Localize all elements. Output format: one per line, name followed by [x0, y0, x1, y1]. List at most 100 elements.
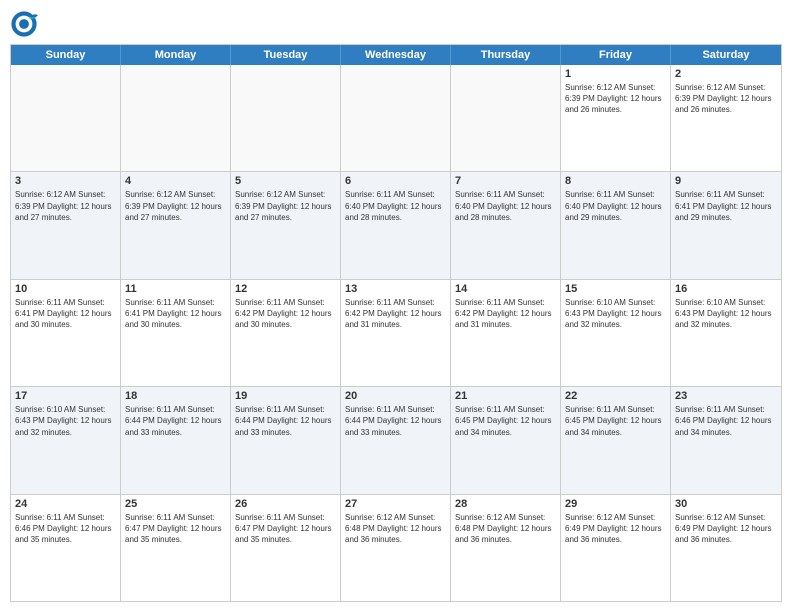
cell-date: 29 — [565, 498, 666, 510]
cell-info: Sunrise: 6:11 AM Sunset: 6:45 PM Dayligh… — [455, 404, 556, 438]
calendar-cell: 5Sunrise: 6:12 AM Sunset: 6:39 PM Daylig… — [231, 172, 341, 278]
cell-info: Sunrise: 6:12 AM Sunset: 6:48 PM Dayligh… — [455, 512, 556, 546]
cell-info: Sunrise: 6:11 AM Sunset: 6:40 PM Dayligh… — [455, 189, 556, 223]
cell-info: Sunrise: 6:10 AM Sunset: 6:43 PM Dayligh… — [565, 297, 666, 331]
cell-info: Sunrise: 6:11 AM Sunset: 6:44 PM Dayligh… — [125, 404, 226, 438]
cell-date: 20 — [345, 390, 446, 402]
calendar-cell: 13 Sunrise: 6:11 AM Sunset: 6:42 PM Dayli… — [341, 280, 451, 386]
calendar-cell: 14 Sunrise: 6:11 AM Sunset: 6:42 PM Dayli… — [451, 280, 561, 386]
day-header-sunday: Sunday — [11, 45, 121, 65]
calendar-cell: 27 Sunrise: 6:12 AM Sunset: 6:48 PM Dayli… — [341, 495, 451, 601]
cell-info: Sunrise: 6:12 AM Sunset: 6:39 PM Dayligh… — [235, 189, 336, 223]
cell-date: 30 — [675, 498, 777, 510]
cell-date: 10 — [15, 283, 116, 295]
calendar-cell: 10Sunrise: 6:11 AM Sunset: 6:41 PM Dayli… — [11, 280, 121, 386]
calendar-row-1: 1 Sunrise: 6:12 AM Sunset: 6:39 PM Daylig… — [11, 65, 781, 172]
cell-info: Sunrise: 6:11 AM Sunset: 6:41 PM Dayligh… — [125, 297, 226, 331]
calendar-cell: 2 Sunrise: 6:12 AM Sunset: 6:39 PM Daylig… — [671, 65, 781, 171]
calendar-cell — [231, 65, 341, 171]
cell-info: Sunrise: 6:12 AM Sunset: 6:49 PM Dayligh… — [565, 512, 666, 546]
calendar-header: SundayMondayTuesdayWednesdayThursdayFrid… — [11, 45, 781, 65]
logo — [10, 10, 42, 38]
cell-date: 22 — [565, 390, 666, 402]
cell-date: 27 — [345, 498, 446, 510]
cell-date: 9 — [675, 175, 777, 187]
cell-date: 6 — [345, 175, 446, 187]
calendar-cell: 26 Sunrise: 6:11 AM Sunset: 6:47 PM Dayli… — [231, 495, 341, 601]
cell-date: 26 — [235, 498, 336, 510]
calendar-cell: 20Sunrise: 6:11 AM Sunset: 6:44 PM Dayli… — [341, 387, 451, 493]
calendar-row-2: 3 Sunrise: 6:12 AM Sunset: 6:39 PM Daylig… — [11, 172, 781, 279]
cell-info: Sunrise: 6:11 AM Sunset: 6:47 PM Dayligh… — [125, 512, 226, 546]
calendar-body: 1 Sunrise: 6:12 AM Sunset: 6:39 PM Daylig… — [11, 65, 781, 601]
cell-info: Sunrise: 6:12 AM Sunset: 6:48 PM Dayligh… — [345, 512, 446, 546]
cell-date: 8 — [565, 175, 666, 187]
cell-date: 17 — [15, 390, 116, 402]
calendar-cell — [11, 65, 121, 171]
cell-date: 25 — [125, 498, 226, 510]
calendar-cell — [121, 65, 231, 171]
cell-date: 21 — [455, 390, 556, 402]
calendar-cell: 11 Sunrise: 6:11 AM Sunset: 6:41 PM Dayli… — [121, 280, 231, 386]
cell-info: Sunrise: 6:11 AM Sunset: 6:44 PM Dayligh… — [235, 404, 336, 438]
calendar-row-4: 17 Sunrise: 6:10 AM Sunset: 6:43 PM Dayli… — [11, 387, 781, 494]
calendar-cell: 17 Sunrise: 6:10 AM Sunset: 6:43 PM Dayli… — [11, 387, 121, 493]
calendar-cell: 9 Sunrise: 6:11 AM Sunset: 6:41 PM Daylig… — [671, 172, 781, 278]
cell-info: Sunrise: 6:10 AM Sunset: 6:43 PM Dayligh… — [15, 404, 116, 438]
cell-info: Sunrise: 6:12 AM Sunset: 6:39 PM Dayligh… — [675, 82, 777, 116]
calendar-cell: 25 Sunrise: 6:11 AM Sunset: 6:47 PM Dayli… — [121, 495, 231, 601]
cell-info: Sunrise: 6:11 AM Sunset: 6:46 PM Dayligh… — [675, 404, 777, 438]
calendar-cell: 1 Sunrise: 6:12 AM Sunset: 6:39 PM Daylig… — [561, 65, 671, 171]
cell-info: Sunrise: 6:12 AM Sunset: 6:39 PM Dayligh… — [565, 82, 666, 116]
calendar-cell: 23Sunrise: 6:11 AM Sunset: 6:46 PM Dayli… — [671, 387, 781, 493]
calendar-cell: 16 Sunrise: 6:10 AM Sunset: 6:43 PM Dayli… — [671, 280, 781, 386]
calendar-cell: 18 Sunrise: 6:11 AM Sunset: 6:44 PM Dayli… — [121, 387, 231, 493]
calendar-cell: 6 Sunrise: 6:11 AM Sunset: 6:40 PM Daylig… — [341, 172, 451, 278]
calendar-cell: 12Sunrise: 6:11 AM Sunset: 6:42 PM Dayli… — [231, 280, 341, 386]
cell-info: Sunrise: 6:11 AM Sunset: 6:45 PM Dayligh… — [565, 404, 666, 438]
cell-info: Sunrise: 6:11 AM Sunset: 6:41 PM Dayligh… — [675, 189, 777, 223]
calendar-cell: 28 Sunrise: 6:12 AM Sunset: 6:48 PM Dayli… — [451, 495, 561, 601]
cell-date: 19 — [235, 390, 336, 402]
calendar-cell: 29 Sunrise: 6:12 AM Sunset: 6:49 PM Dayli… — [561, 495, 671, 601]
day-header-monday: Monday — [121, 45, 231, 65]
cell-date: 28 — [455, 498, 556, 510]
cell-date: 13 — [345, 283, 446, 295]
calendar-cell: 22 Sunrise: 6:11 AM Sunset: 6:45 PM Dayli… — [561, 387, 671, 493]
cell-date: 3 — [15, 175, 116, 187]
cell-info: Sunrise: 6:11 AM Sunset: 6:42 PM Dayligh… — [455, 297, 556, 331]
cell-date: 18 — [125, 390, 226, 402]
cell-date: 7 — [455, 175, 556, 187]
cell-info: Sunrise: 6:11 AM Sunset: 6:42 PM Dayligh… — [345, 297, 446, 331]
calendar-row-3: 10 Sunrise: 6:11 AM Sunset: 6:41 PM Dayli… — [11, 280, 781, 387]
cell-info: Sunrise: 6:12 AM Sunset: 6:49 PM Dayligh… — [675, 512, 777, 546]
calendar-cell: 19 Sunrise: 6:11 AM Sunset: 6:44 PM Dayli… — [231, 387, 341, 493]
cell-date: 15 — [565, 283, 666, 295]
calendar-cell: 3Sunrise: 6:12 AM Sunset: 6:39 PM Daylig… — [11, 172, 121, 278]
calendar-cell: 4 Sunrise: 6:12 AM Sunset: 6:39 PM Daylig… — [121, 172, 231, 278]
calendar-cell — [341, 65, 451, 171]
cell-date: 4 — [125, 175, 226, 187]
cell-info: Sunrise: 6:11 AM Sunset: 6:40 PM Dayligh… — [345, 189, 446, 223]
calendar-cell — [451, 65, 561, 171]
calendar-cell: 7 Sunrise: 6:11 AM Sunset: 6:40 PM Daylig… — [451, 172, 561, 278]
cell-date: 24 — [15, 498, 116, 510]
cell-date: 12 — [235, 283, 336, 295]
cell-date: 1 — [565, 68, 666, 80]
calendar-cell: 30 Sunrise: 6:12 AM Sunset: 6:49 PM Dayli… — [671, 495, 781, 601]
cell-date: 16 — [675, 283, 777, 295]
calendar-cell: 24Sunrise: 6:11 AM Sunset: 6:46 PM Dayli… — [11, 495, 121, 601]
calendar-cell: 15 Sunrise: 6:10 AM Sunset: 6:43 PM Dayli… — [561, 280, 671, 386]
day-header-thursday: Thursday — [451, 45, 561, 65]
cell-info: Sunrise: 6:10 AM Sunset: 6:43 PM Dayligh… — [675, 297, 777, 331]
cell-date: 2 — [675, 68, 777, 80]
cell-info: Sunrise: 6:11 AM Sunset: 6:47 PM Dayligh… — [235, 512, 336, 546]
cell-date: 11 — [125, 283, 226, 295]
calendar: SundayMondayTuesdayWednesdayThursdayFrid… — [10, 44, 782, 602]
cell-info: Sunrise: 6:12 AM Sunset: 6:39 PM Dayligh… — [125, 189, 226, 223]
calendar-row-5: 24Sunrise: 6:11 AM Sunset: 6:46 PM Dayli… — [11, 495, 781, 601]
calendar-cell: 21 Sunrise: 6:11 AM Sunset: 6:45 PM Dayli… — [451, 387, 561, 493]
cell-info: Sunrise: 6:11 AM Sunset: 6:40 PM Dayligh… — [565, 189, 666, 223]
page: SundayMondayTuesdayWednesdayThursdayFrid… — [0, 0, 792, 612]
cell-date: 14 — [455, 283, 556, 295]
